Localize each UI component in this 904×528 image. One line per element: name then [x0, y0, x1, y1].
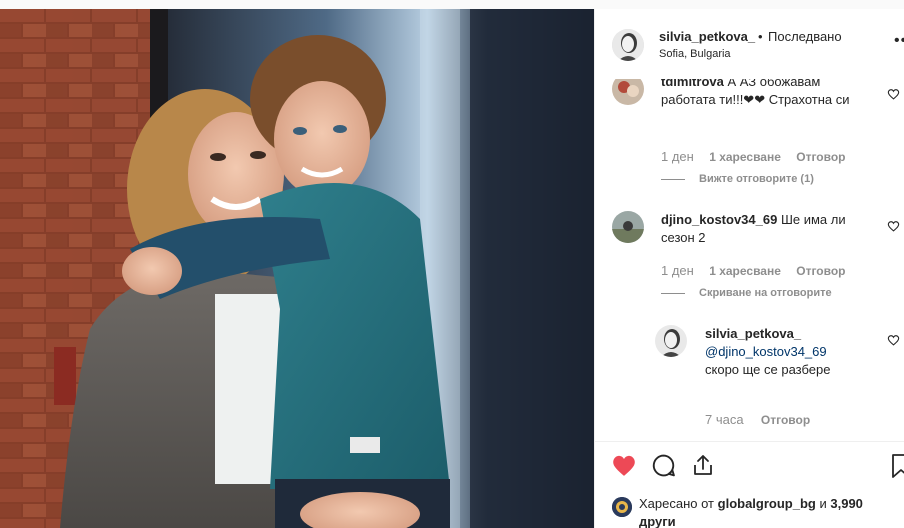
view-replies-label: Вижте отговорите (1) [699, 173, 814, 185]
comment-meta: 1 ден 1 харесване Отговор [661, 149, 846, 164]
likes-prefix: Харесано от [639, 496, 715, 511]
heart-filled-icon[interactable] [611, 453, 637, 477]
comment-body: djino_kostov34_69 Ше има ли сезон 2 [661, 211, 871, 247]
comment-reply-button[interactable]: Отговор [796, 264, 845, 278]
likes-joiner: и [819, 496, 827, 511]
heart-outline-icon[interactable] [887, 88, 900, 100]
comment-likes[interactable]: 1 харесване [709, 264, 781, 278]
top-strip [0, 0, 904, 9]
share-icon[interactable] [691, 453, 715, 477]
post-side-panel: silvia_petkova_ • Последвано Sofia, Bulg… [594, 9, 904, 528]
replies-divider [661, 178, 685, 180]
comment-avatar[interactable] [612, 79, 644, 105]
post-location[interactable]: Sofia, Bulgaria [659, 48, 731, 60]
likes-user-link[interactable]: globalgroup_bg [718, 496, 816, 511]
likes-summary: Харесано от globalgroup_bg и 3,990 други [639, 495, 879, 528]
heart-outline-icon[interactable] [887, 220, 900, 232]
comment-body: tdimitrova А АЗ обожавам работата ти!!!❤… [661, 79, 871, 109]
author-avatar[interactable] [612, 29, 644, 61]
reply-body: silvia_petkova_ @djino_kostov34_69 скоро… [705, 325, 875, 379]
comments-list[interactable]: tdimitrova А АЗ обожавам работата ти!!!❤… [595, 79, 904, 441]
comment-likes[interactable]: 1 харесване [709, 150, 781, 164]
reply-mention-link[interactable]: @djino_kostov34_69 [705, 343, 875, 361]
comment-meta: 1 ден 1 харесване Отговор [661, 263, 846, 278]
bookmark-icon[interactable] [891, 453, 904, 479]
more-options-icon[interactable]: ••• [894, 33, 904, 49]
author-username[interactable]: silvia_petkova_ [659, 29, 755, 44]
comment-username[interactable]: tdimitrova [661, 79, 724, 89]
comment-username[interactable]: djino_kostov34_69 [661, 212, 777, 227]
reply-meta: 7 часа Отговор [705, 412, 810, 427]
post-photo[interactable] [0, 9, 594, 528]
comment-age[interactable]: 1 ден [661, 149, 694, 164]
post-header: silvia_petkova_ • Последвано Sofia, Bulg… [595, 9, 904, 79]
hide-replies-label: Скриване на отговорите [699, 287, 832, 299]
comment-avatar[interactable] [612, 211, 644, 243]
follow-status-button[interactable]: Последвано [768, 29, 842, 44]
heart-outline-icon[interactable] [887, 334, 900, 346]
liker-avatar[interactable] [612, 497, 632, 517]
replies-divider [661, 292, 685, 294]
comment-reply-button[interactable]: Отговор [796, 150, 845, 164]
post-actions: Харесано от globalgroup_bg и 3,990 други [595, 441, 904, 528]
reply-text: скоро ще се разбере [705, 362, 831, 377]
reply-avatar[interactable] [655, 325, 687, 357]
hide-replies-toggle[interactable]: Скриване на отговорите [661, 287, 832, 299]
header-separator: • [758, 29, 763, 44]
reply-username[interactable]: silvia_petkova_ [705, 325, 875, 343]
photo-image [0, 9, 594, 528]
comment-icon[interactable] [651, 453, 676, 478]
comment-age[interactable]: 1 ден [661, 263, 694, 278]
reply-reply-button[interactable]: Отговор [761, 413, 810, 427]
reply-age[interactable]: 7 часа [705, 412, 744, 427]
view-replies-toggle[interactable]: Вижте отговорите (1) [661, 173, 814, 185]
